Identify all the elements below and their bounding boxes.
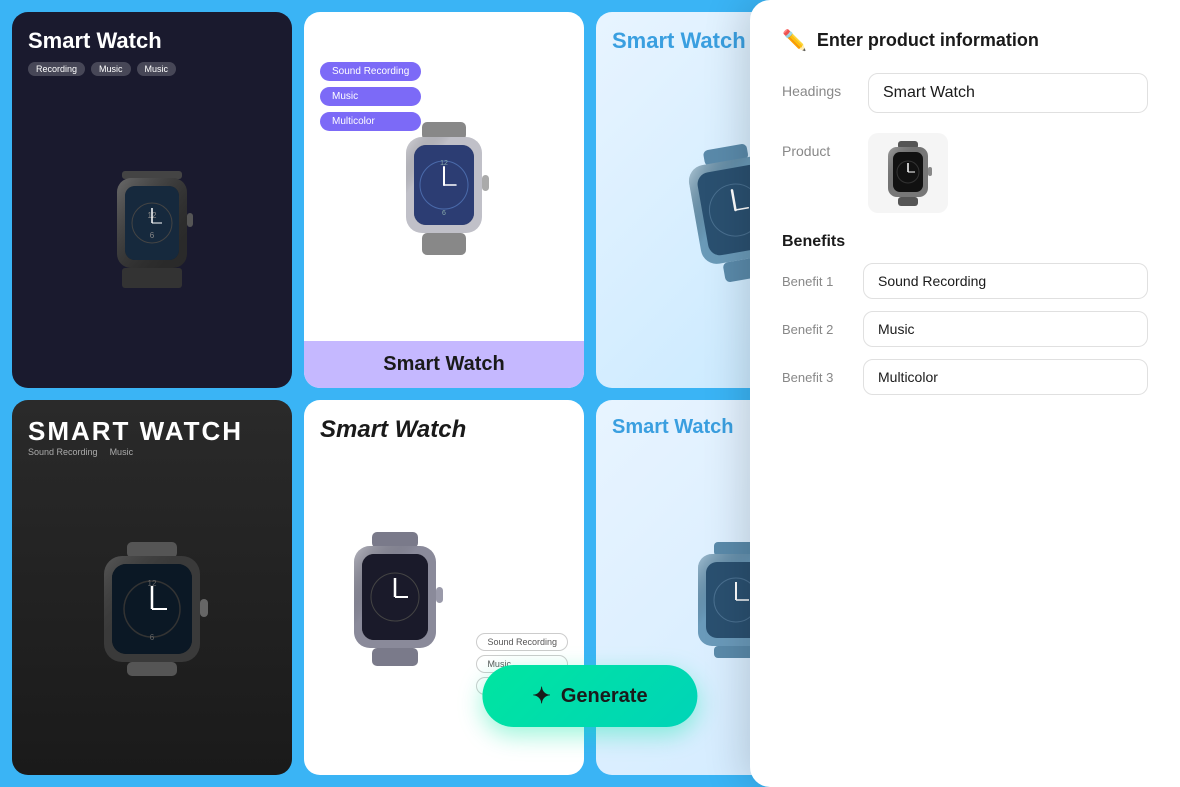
svg-text:6: 6 [150, 231, 155, 240]
card-2-tags: Sound Recording Music Multicolor [320, 62, 421, 131]
headings-row: Headings [782, 73, 1148, 113]
tag-1: Recording [28, 62, 85, 76]
tag-sound: Sound Recording [320, 62, 421, 81]
card-5-tag-2: Music [110, 447, 134, 457]
svg-text:6: 6 [442, 210, 446, 217]
card-purple: Sound Recording Music Multicolor 12 6 [304, 12, 584, 388]
card-5-tag-1: Sound Recording [28, 447, 98, 457]
product-thumbnail[interactable] [868, 133, 948, 213]
product-image [878, 138, 938, 208]
card-2-title: Smart Watch [316, 353, 572, 376]
watch-icon-italic [330, 526, 460, 676]
benefit-1-input[interactable] [863, 263, 1148, 299]
product-label: Product [782, 133, 852, 159]
svg-text:12: 12 [148, 579, 157, 588]
panel-header: ✏️ Enter product information [782, 28, 1148, 53]
benefit-3-row: Benefit 3 [782, 359, 1148, 395]
benefit-2-row: Benefit 2 [782, 311, 1148, 347]
tag-3: Music [137, 62, 177, 76]
card-6-tag-1: Sound Recording [476, 633, 568, 651]
benefit-1-label: Benefit 1 [782, 274, 847, 289]
watch-icon-dark2: 12 6 [72, 538, 232, 678]
svg-text:12: 12 [440, 160, 448, 167]
edit-icon: ✏️ [782, 28, 807, 53]
sparkle-icon: ✦ [532, 683, 550, 709]
card-2-footer: Smart Watch [304, 341, 584, 388]
card-dark: Smart Watch Recording Music Music 12 6 [12, 12, 292, 388]
card-5-title: SMART WATCH [28, 416, 276, 447]
card-5-watch: 12 6 [28, 457, 276, 760]
benefits-section: Benefits Benefit 1 Benefit 2 Benefit 3 [782, 233, 1148, 407]
product-row: Product [782, 133, 1148, 213]
card-1-tags: Recording Music Music [28, 62, 276, 76]
tag-music: Music [320, 87, 421, 106]
benefit-2-input[interactable] [863, 311, 1148, 347]
card-dark-bottom: SMART WATCH Sound Recording Music 12 6 [12, 400, 292, 776]
benefit-3-input[interactable] [863, 359, 1148, 395]
generate-label: Generate [561, 685, 648, 708]
tag-2: Music [91, 62, 131, 76]
headings-input[interactable] [868, 73, 1148, 113]
headings-label: Headings [782, 73, 852, 99]
product-panel: ✏️ Enter product information Headings Pr… [750, 0, 1180, 787]
card-1-title: Smart Watch [28, 28, 276, 54]
card-1-watch: 12 6 [28, 84, 276, 372]
benefit-2-label: Benefit 2 [782, 322, 847, 337]
card-6-title: Smart Watch [320, 416, 568, 444]
benefits-title: Benefits [782, 233, 1148, 251]
card-5-subtitle: Sound Recording Music [28, 447, 276, 457]
svg-text:6: 6 [150, 633, 155, 642]
generate-button[interactable]: ✦ Generate [482, 665, 697, 727]
benefit-1-row: Benefit 1 [782, 263, 1148, 299]
panel-title: Enter product information [817, 30, 1039, 51]
watch-icon-dark: 12 6 [97, 163, 207, 293]
tag-multi: Multicolor [320, 112, 421, 131]
benefit-3-label: Benefit 3 [782, 370, 847, 385]
watch-icon-purple: 12 6 [384, 117, 504, 267]
